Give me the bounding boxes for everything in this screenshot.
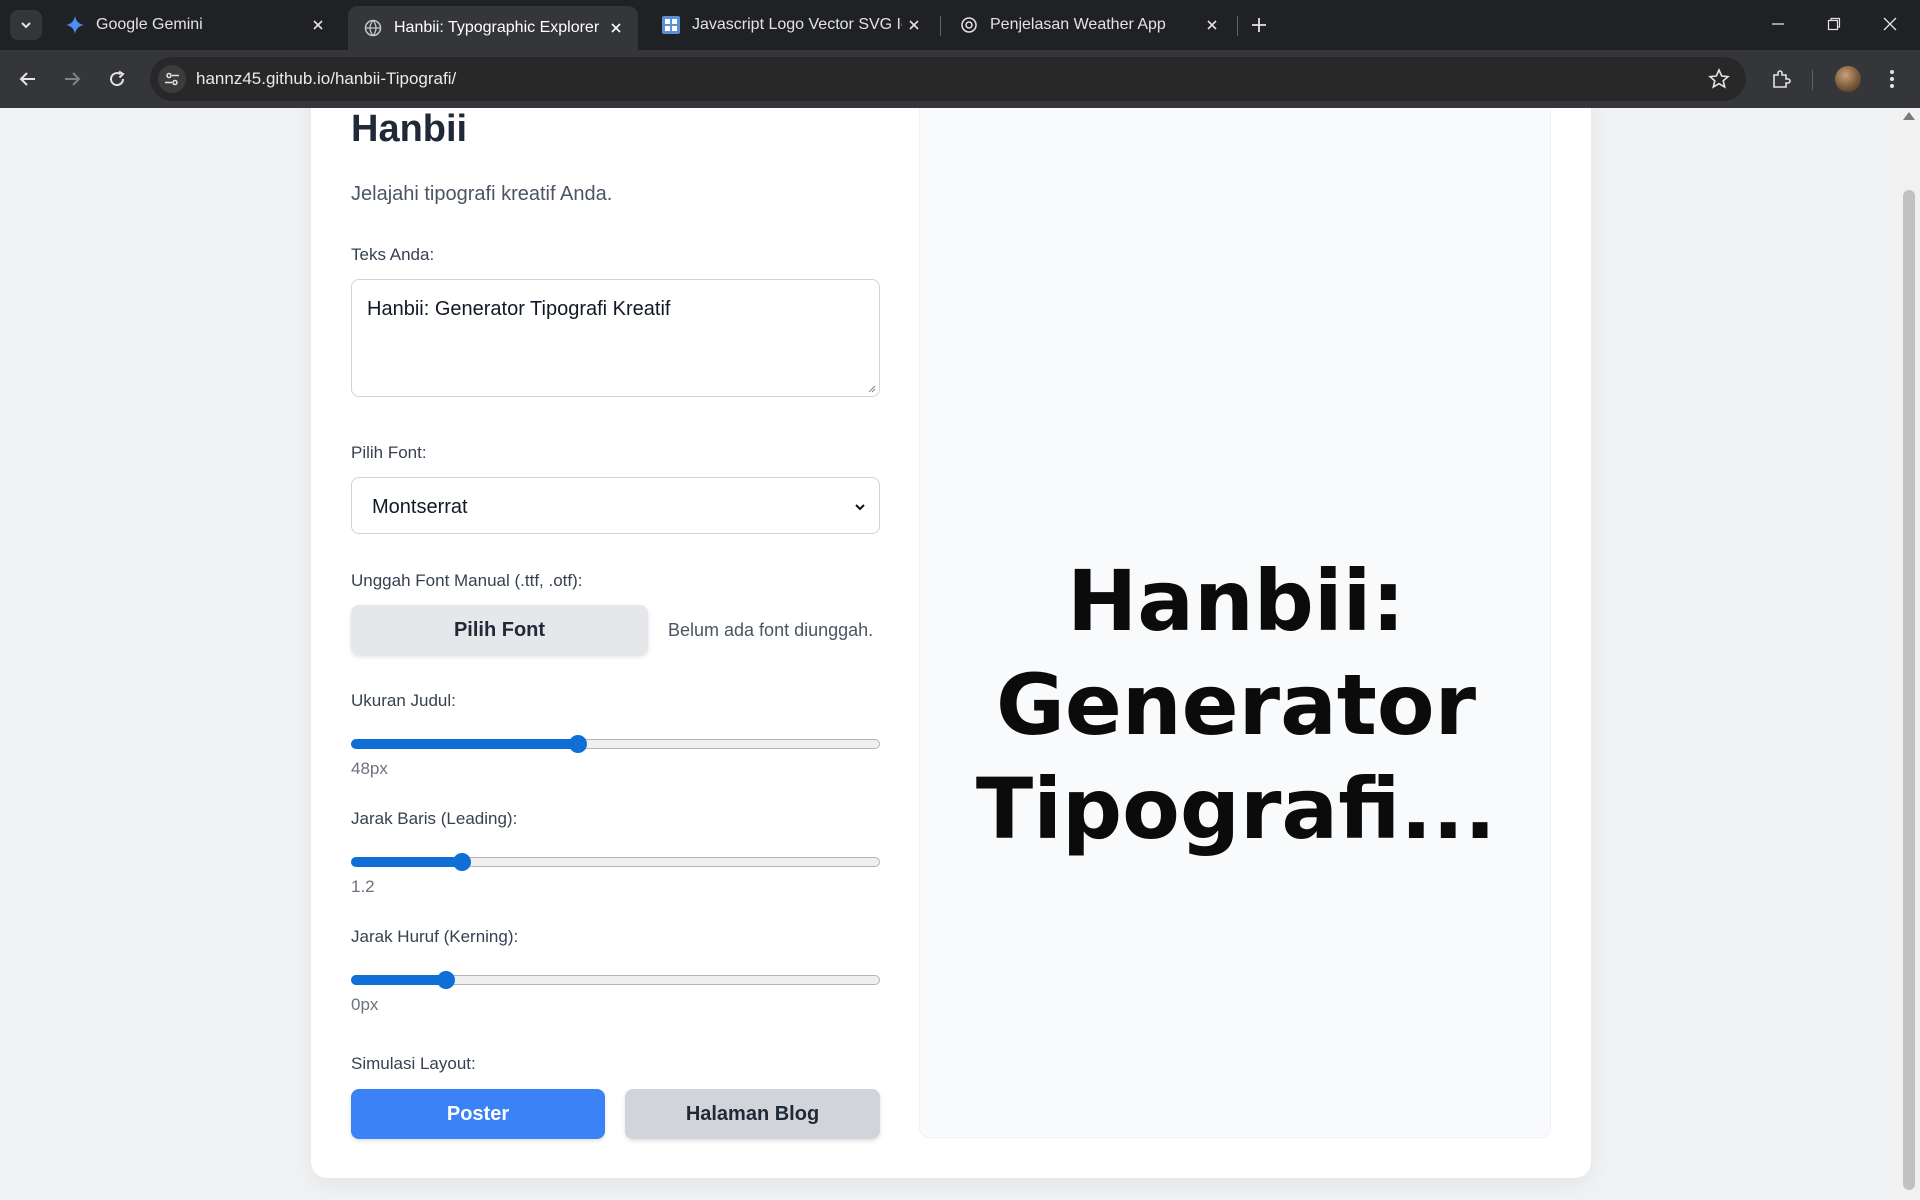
bookmark-star-icon[interactable] xyxy=(1708,68,1730,90)
back-button[interactable] xyxy=(12,63,44,95)
browser-toolbar: hannz45.github.io/hanbii-Tipografi/ xyxy=(0,50,1920,108)
address-bar[interactable]: hannz45.github.io/hanbii-Tipografi/ xyxy=(150,57,1746,101)
title-size-value: 48px xyxy=(351,759,388,778)
chevron-down-icon xyxy=(855,504,865,511)
close-tab-icon[interactable] xyxy=(306,13,330,37)
globe-icon xyxy=(364,19,382,37)
poster-layout-button[interactable]: Poster xyxy=(351,1089,605,1139)
app-title: Hanbii xyxy=(351,108,468,150)
slider-thumb[interactable] xyxy=(437,971,456,989)
upload-status-text: Belum ada font diunggah. xyxy=(668,620,874,640)
more-vertical-icon xyxy=(1890,70,1894,88)
slider-thumb[interactable] xyxy=(569,735,588,753)
reload-icon xyxy=(110,70,125,87)
preview-line: Generator xyxy=(995,656,1477,754)
app-subtitle: Jelajahi tipografi kreatif Anda. xyxy=(351,183,613,205)
resize-grip-icon[interactable] xyxy=(867,384,876,393)
scroll-up-arrow-icon[interactable] xyxy=(1903,112,1915,120)
typography-preview: Hanbii: Generator Tipografi... xyxy=(919,108,1551,1138)
title-size-label: Ukuran Judul: xyxy=(351,691,456,710)
tab-separator xyxy=(940,16,941,36)
extensions-button[interactable] xyxy=(1765,63,1797,95)
profile-avatar[interactable] xyxy=(1835,66,1861,92)
font-select[interactable]: Montserrat xyxy=(351,477,880,534)
kerning-slider[interactable] xyxy=(351,970,880,990)
slider-fill xyxy=(351,739,579,749)
restore-icon xyxy=(1827,17,1841,31)
preview-text: Hanbii: Generator Tipografi... xyxy=(920,549,1552,861)
reload-button[interactable] xyxy=(101,63,133,95)
upload-font-label: Unggah Font Manual (.ttf, .otf): xyxy=(351,571,583,590)
arrow-right-icon xyxy=(65,72,81,86)
leading-value: 1.2 xyxy=(351,877,375,896)
close-tab-icon[interactable] xyxy=(604,16,628,40)
slider-fill xyxy=(351,975,447,985)
toolbar-divider xyxy=(1812,70,1813,90)
tab-search-button[interactable] xyxy=(10,10,42,40)
scrollbar-thumb[interactable] xyxy=(1903,190,1915,1190)
tab-title: Hanbii: Typographic Explorer xyxy=(394,19,600,36)
leading-label: Jarak Baris (Leading): xyxy=(351,809,518,828)
tab-strip: Google Gemini Hanbii: Typographic Explor… xyxy=(0,0,1920,50)
preview-line: Hanbii: xyxy=(1066,552,1406,650)
kerning-label: Jarak Huruf (Kerning): xyxy=(351,927,519,946)
text-input-value: Hanbii: Generator Tipografi Kreatif xyxy=(367,298,671,320)
site-info-icon[interactable] xyxy=(158,65,186,93)
leading-slider[interactable] xyxy=(351,852,880,872)
tab-hanbii[interactable]: Hanbii: Typographic Explorer xyxy=(348,6,638,50)
font-select-value: Montserrat xyxy=(372,496,468,518)
slider-fill xyxy=(351,857,463,867)
forward-button[interactable] xyxy=(56,63,88,95)
tab-google-gemini[interactable]: Google Gemini xyxy=(50,6,340,44)
layout-sim-label: Simulasi Layout: xyxy=(351,1054,476,1073)
close-tab-icon[interactable] xyxy=(902,13,926,37)
plus-icon xyxy=(1252,18,1266,32)
minimize-button[interactable] xyxy=(1750,0,1806,48)
tab-weather-app[interactable]: Penjelasan Weather App xyxy=(944,6,1234,44)
svgrepo-icon xyxy=(662,16,680,34)
blog-layout-button[interactable]: Halaman Blog xyxy=(625,1089,880,1139)
chevron-down-icon xyxy=(21,22,31,29)
puzzle-icon xyxy=(1773,70,1791,88)
gemini-icon xyxy=(66,16,84,34)
tab-title: Penjelasan Weather App xyxy=(990,16,1166,33)
text-input-label: Teks Anda: xyxy=(351,245,435,264)
slider-thumb[interactable] xyxy=(453,853,472,871)
browser-menu-button[interactable] xyxy=(1876,63,1908,95)
preview-line: Tipografi... xyxy=(975,760,1497,858)
text-input[interactable]: Hanbii: Generator Tipografi Kreatif xyxy=(351,279,880,397)
kerning-value: 0px xyxy=(351,995,379,1014)
url-text[interactable]: hannz45.github.io/hanbii-Tipografi/ xyxy=(196,69,456,89)
choose-font-button[interactable]: Pilih Font xyxy=(351,605,648,655)
restore-button[interactable] xyxy=(1806,0,1862,48)
minimize-icon xyxy=(1772,23,1784,25)
font-select-label: Pilih Font: xyxy=(351,443,427,462)
tab-javascript-logo[interactable]: Javascript Logo Vector SVG Icon xyxy=(646,6,936,44)
close-window-button[interactable] xyxy=(1862,0,1918,48)
page-scrollbar[interactable] xyxy=(1898,108,1920,1200)
title-size-slider[interactable] xyxy=(351,734,880,754)
tab-separator xyxy=(1237,16,1238,36)
arrow-left-icon xyxy=(19,72,35,86)
tab-title: Javascript Logo Vector SVG Icon xyxy=(692,16,902,33)
new-tab-button[interactable] xyxy=(1245,11,1273,39)
close-tab-icon[interactable] xyxy=(1200,13,1224,37)
tab-title: Google Gemini xyxy=(96,16,203,33)
page-viewport: Hanbii Jelajahi tipografi kreatif Anda. … xyxy=(0,108,1898,1200)
close-icon xyxy=(1883,17,1897,31)
chatgpt-icon xyxy=(960,16,978,34)
